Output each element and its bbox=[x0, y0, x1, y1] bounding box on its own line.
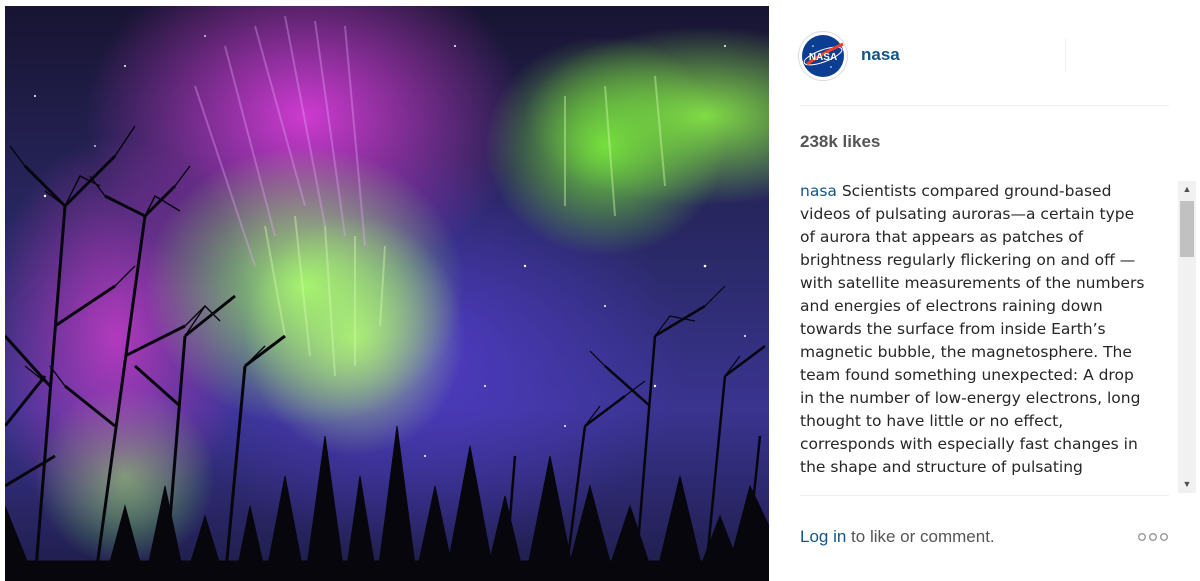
avatar[interactable]: NASA bbox=[798, 31, 848, 81]
footer-separator bbox=[800, 495, 1169, 496]
nasa-logo-icon: NASA bbox=[802, 35, 844, 77]
instagram-post: NASA nasa 238k likes nasa Scientists com… bbox=[0, 0, 1200, 581]
caption-scroll-area[interactable]: nasa Scientists compared ground-based vi… bbox=[800, 180, 1166, 495]
caption-scrollbar[interactable]: ▲ ▼ bbox=[1178, 181, 1196, 493]
login-link[interactable]: Log in bbox=[800, 527, 846, 546]
scroll-up-arrow-icon[interactable]: ▲ bbox=[1178, 181, 1196, 198]
post-sidebar: NASA nasa 238k likes nasa Scientists com… bbox=[769, 0, 1200, 581]
post-header: NASA nasa bbox=[769, 0, 1200, 106]
caption-text: Scientists compared ground-based videos … bbox=[800, 182, 1145, 476]
login-prompt-text: to like or comment. bbox=[846, 527, 995, 546]
author-username[interactable]: nasa bbox=[861, 45, 900, 65]
login-prompt: Log in to like or comment. bbox=[800, 527, 995, 547]
more-options-button[interactable] bbox=[1137, 530, 1171, 544]
caption-username[interactable]: nasa bbox=[800, 182, 837, 200]
post-photo[interactable] bbox=[5, 6, 769, 581]
svg-text:NASA: NASA bbox=[809, 52, 837, 63]
photo-scene bbox=[5, 15, 769, 581]
more-options-icon bbox=[1138, 533, 1169, 541]
header-divider bbox=[1065, 38, 1066, 72]
scroll-down-arrow-icon[interactable]: ▼ bbox=[1178, 476, 1196, 493]
likes-count: 238k likes bbox=[800, 132, 881, 151]
header-separator bbox=[800, 105, 1169, 106]
caption: nasa Scientists compared ground-based vi… bbox=[800, 180, 1150, 479]
scroll-thumb[interactable] bbox=[1180, 201, 1194, 257]
